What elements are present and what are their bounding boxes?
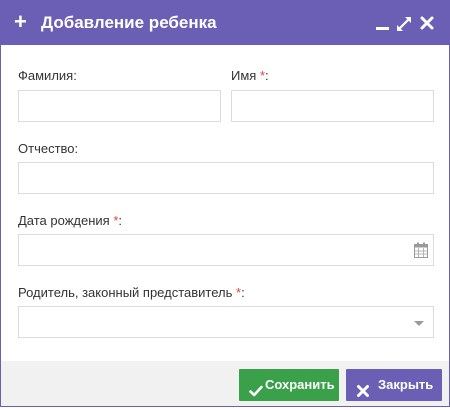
birth-date-field[interactable] (18, 234, 434, 266)
chevron-down-icon[interactable] (414, 321, 424, 326)
minimize-icon[interactable] (375, 13, 391, 33)
parent-select[interactable] (18, 306, 434, 338)
calendar-icon[interactable] (414, 242, 428, 258)
last-name-field[interactable] (18, 90, 221, 122)
close-icon (356, 378, 370, 397)
dialog-titlebar[interactable]: + Добавление ребенка (1, 1, 449, 45)
dialog-title: Добавление ребенка (41, 13, 217, 32)
add-child-dialog: + Добавление ребенка Фамилия: Имя *: Отч… (0, 0, 450, 407)
first-name-field[interactable] (231, 90, 434, 122)
close-button[interactable]: Закрыть (346, 369, 442, 401)
middle-name-field[interactable] (18, 162, 434, 194)
plus-icon: + (14, 9, 27, 34)
save-button[interactable]: Сохранить (239, 369, 339, 401)
first-name-label: Имя *: (231, 68, 269, 83)
dialog-footer: Сохранить Закрыть (1, 361, 449, 406)
birth-date-label: Дата рождения *: (18, 213, 123, 228)
middle-name-label: Отчество: (18, 141, 79, 156)
last-name-label: Фамилия: (18, 68, 77, 83)
save-button-label: Сохранить (265, 377, 335, 392)
expand-icon[interactable] (396, 13, 412, 33)
parent-label: Родитель, законный представитель *: (18, 285, 245, 300)
close-icon[interactable] (419, 13, 435, 33)
checkmark-icon (249, 378, 263, 397)
close-button-label: Закрыть (378, 377, 434, 392)
